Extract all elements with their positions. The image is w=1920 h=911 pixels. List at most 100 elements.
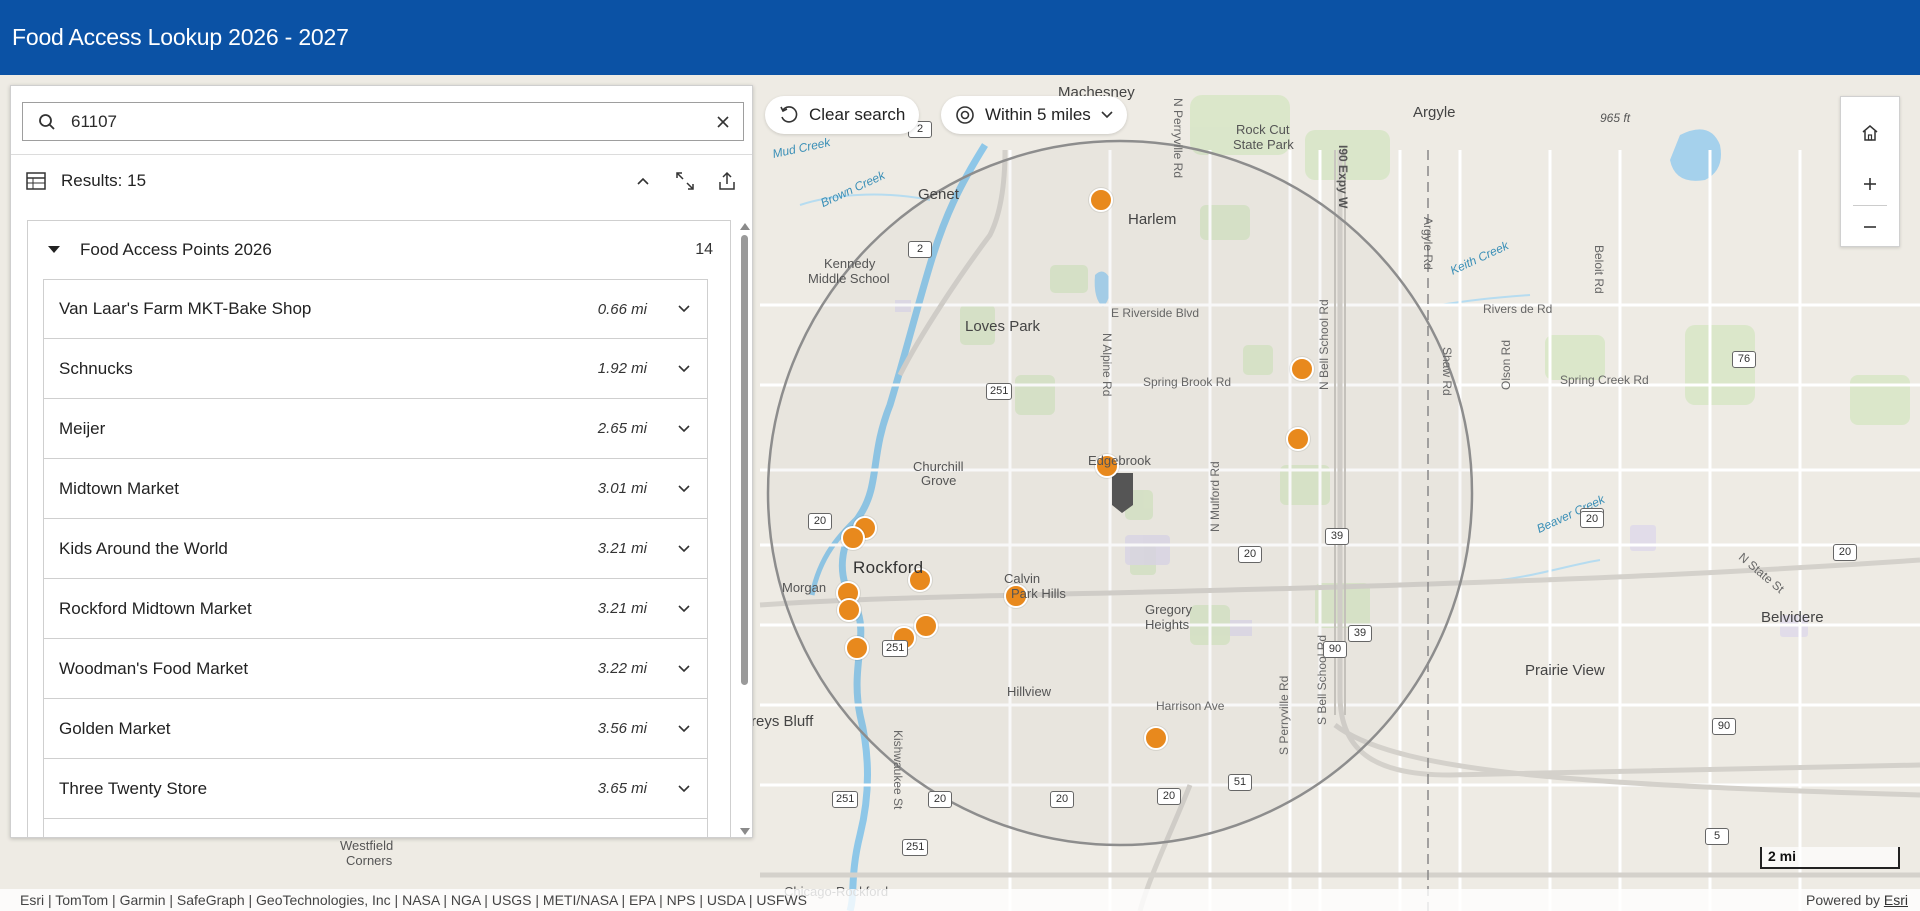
esri-link[interactable]: Esri [1884, 892, 1908, 908]
clear-search-button[interactable]: Clear search [765, 96, 920, 134]
result-item[interactable]: Meijer 2.65 mi [43, 399, 708, 459]
food-access-point[interactable] [1144, 726, 1168, 750]
map-label: Genet [918, 186, 959, 203]
table-icon [11, 172, 61, 190]
result-item[interactable]: Kids Around the World 3.21 mi [43, 519, 708, 579]
result-name: Golden Market [59, 718, 171, 738]
result-distance: 3.65 mi [597, 780, 647, 797]
caret-down-icon [28, 246, 80, 254]
food-access-point[interactable] [914, 614, 938, 638]
scroll-down-icon[interactable] [740, 828, 750, 835]
map-label: Grove [921, 473, 957, 488]
app-header: Food Access Lookup 2026 - 2027 [0, 0, 1920, 75]
chevron-down-icon[interactable] [661, 544, 707, 553]
clear-search-label: Clear search [809, 105, 906, 124]
food-access-point[interactable] [1290, 357, 1314, 381]
map-label: Calvin [1004, 571, 1041, 586]
route-shield: 2 [908, 241, 932, 258]
result-item[interactable]: Golden Market 3.56 mi [43, 699, 708, 759]
result-name: Three Twenty Store [59, 778, 208, 798]
chevron-down-icon[interactable] [661, 784, 707, 793]
result-item[interactable]: Woodman's Food Market 3.22 mi [43, 639, 708, 699]
target-icon [955, 105, 975, 125]
map-label: Belvidere [1761, 609, 1824, 626]
map-label: Churchill [913, 459, 964, 474]
powered-by-label: Powered by [1806, 892, 1880, 908]
zoom-out-button[interactable] [1841, 206, 1899, 248]
map-label: 965 ft [1600, 111, 1631, 125]
route-shield: 20 [1580, 511, 1604, 528]
chevron-down-icon[interactable] [661, 305, 707, 313]
route-shield: 76 [1732, 351, 1756, 368]
map-label: Spring Creek Rd [1560, 373, 1649, 387]
map-label: Rock Cut [1236, 122, 1290, 137]
result-item[interactable] [43, 819, 708, 837]
result-item[interactable]: Van Laar's Farm MKT-Bake Shop 0.66 mi [43, 279, 708, 339]
powered-by: Powered by Esri [1806, 892, 1908, 908]
result-item[interactable]: Three Twenty Store 3.65 mi [43, 759, 708, 819]
scrollbar[interactable] [738, 220, 752, 837]
result-name: Van Laar's Farm MKT-Bake Shop [59, 299, 312, 318]
map-label: Kennedy [824, 256, 876, 271]
route-shield: 20 [928, 791, 952, 808]
result-distance: 2.65 mi [597, 420, 647, 437]
chevron-down-icon[interactable] [661, 484, 707, 493]
map-label: Prairie View [1525, 662, 1605, 679]
zoom-in-button[interactable] [1841, 163, 1899, 205]
map-label: Hillview [1007, 684, 1052, 699]
map-navigation [1840, 96, 1900, 247]
route-shield: 20 [1050, 791, 1074, 808]
expand-icon[interactable] [664, 160, 706, 202]
app-title: Food Access Lookup 2026 - 2027 [12, 24, 349, 50]
chevron-down-icon[interactable] [661, 424, 707, 433]
chevron-down-icon[interactable] [661, 604, 707, 613]
chevron-up-icon[interactable] [622, 160, 664, 202]
result-item[interactable]: Midtown Market 3.01 mi [43, 459, 708, 519]
map-label: Edgebrook [1088, 453, 1151, 468]
result-distance: 3.01 mi [597, 480, 647, 497]
scroll-up-icon[interactable] [740, 223, 750, 230]
food-access-point[interactable] [837, 598, 861, 622]
result-distance: 1.92 mi [597, 360, 647, 377]
result-list: Van Laar's Farm MKT-Bake Shop 0.66 mi Sc… [43, 279, 708, 837]
close-icon[interactable] [703, 103, 743, 140]
map-label: E Riverside Blvd [1111, 306, 1200, 320]
chevron-down-icon[interactable] [661, 664, 707, 673]
result-item[interactable]: Rockford Midtown Market 3.21 mi [43, 579, 708, 639]
buffer-dropdown[interactable]: Within 5 miles [941, 96, 1127, 134]
map-label: N Perryville Rd [1171, 98, 1185, 179]
map-label: Morgan [782, 580, 827, 595]
route-shield: 20 [808, 513, 832, 530]
route-shield: 20 [1833, 544, 1857, 561]
chevron-down-icon [1101, 111, 1113, 119]
result-item[interactable]: Schnucks 1.92 mi [43, 339, 708, 399]
route-shield: 251 [832, 791, 859, 808]
results-group-header[interactable]: Food Access Points 2026 14 [28, 221, 730, 279]
result-distance: 3.21 mi [597, 600, 647, 617]
export-icon[interactable] [706, 160, 748, 202]
result-distance: 0.66 mi [597, 300, 647, 318]
search-box [22, 102, 744, 141]
group-count: 14 [695, 241, 713, 258]
map-attribution: Esri | TomTom | Garmin | SafeGraph | Geo… [0, 889, 1920, 911]
route-shield: 51 [1228, 774, 1252, 791]
search-input[interactable] [71, 111, 703, 132]
food-access-point[interactable] [1286, 427, 1310, 451]
chevron-down-icon[interactable] [661, 724, 707, 733]
route-shield: 90 [1323, 641, 1347, 658]
group-title: Food Access Points 2026 [80, 240, 272, 259]
map-label: S Perryville Rd [1277, 675, 1291, 755]
results-panel: Results: 15 Food Access Points 2026 14 V… [10, 85, 753, 838]
results-actions [622, 155, 748, 207]
food-access-point[interactable] [841, 526, 865, 550]
route-shield: 251 [986, 383, 1013, 400]
food-access-point[interactable] [1089, 188, 1113, 212]
scroll-thumb[interactable] [741, 235, 748, 685]
food-access-point[interactable] [845, 636, 869, 660]
results-bar: Results: 15 [11, 155, 752, 207]
home-icon[interactable] [1841, 103, 1899, 163]
map-label: Argyle Rd [1421, 217, 1435, 270]
chevron-down-icon[interactable] [661, 364, 707, 373]
map-label: Gregory [1145, 602, 1192, 617]
route-shield: 39 [1325, 528, 1349, 545]
